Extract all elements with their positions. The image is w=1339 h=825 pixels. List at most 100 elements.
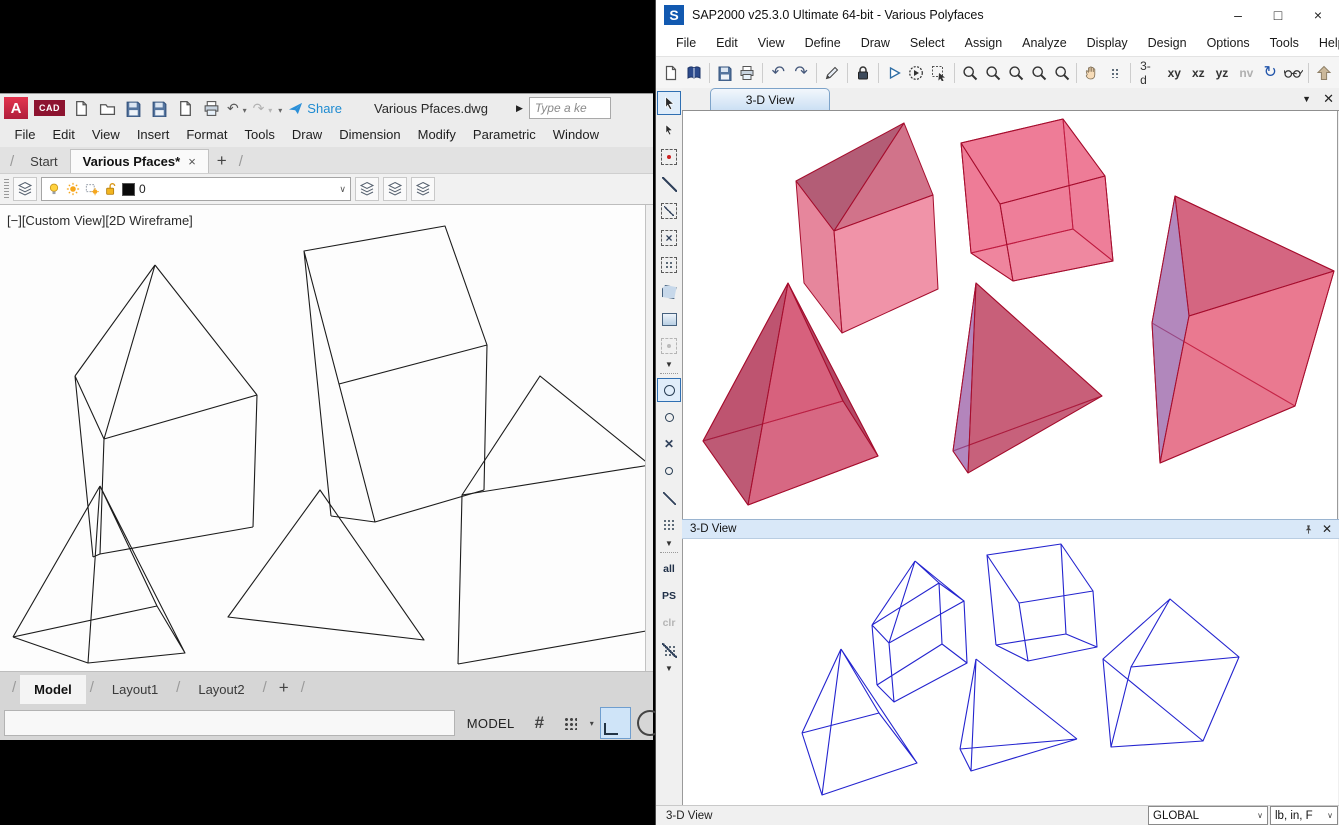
share-button[interactable]: Share: [288, 101, 342, 116]
3d-view-top[interactable]: [682, 111, 1338, 519]
layer-properties-icon[interactable]: [13, 177, 37, 201]
menu-file[interactable]: File: [666, 32, 706, 54]
layer-on-bulb-icon[interactable]: [46, 182, 61, 197]
menu-select[interactable]: Select: [900, 32, 955, 54]
title-expand-icon[interactable]: ▶: [516, 103, 523, 114]
draw-pen-icon[interactable]: [821, 60, 843, 86]
minimize-button[interactable]: –: [1231, 7, 1245, 23]
snap-mode-icon[interactable]: [558, 711, 584, 735]
lock-model-icon[interactable]: [852, 60, 874, 86]
view-xz-button[interactable]: xz: [1187, 60, 1210, 86]
close-tab-icon[interactable]: ×: [188, 154, 196, 169]
grid-display-icon[interactable]: #: [527, 711, 553, 735]
menu-define[interactable]: Define: [795, 32, 851, 54]
menu-analyze[interactable]: Analyze: [1012, 32, 1076, 54]
layer-previous-icon[interactable]: [383, 177, 407, 201]
print-icon[interactable]: [737, 60, 759, 86]
viewport-controls-label[interactable]: [−][Custom View][2D Wireframe]: [7, 213, 193, 228]
make-layer-current-icon[interactable]: [355, 177, 379, 201]
zoom-full-icon[interactable]: [982, 60, 1004, 86]
menu-window[interactable]: Window: [544, 124, 607, 145]
tab-3d-view[interactable]: 3-D View: [710, 88, 830, 110]
rotate-view-icon[interactable]: ↻: [1259, 60, 1281, 86]
layer-thaw-sun-icon[interactable]: [65, 182, 80, 197]
snap-to-joints-icon[interactable]: [657, 378, 681, 402]
menu-design[interactable]: Design: [1138, 32, 1197, 54]
draw-poly-area-icon[interactable]: [657, 280, 681, 304]
menu-parametric[interactable]: Parametric: [464, 124, 544, 145]
command-line-input[interactable]: [4, 710, 455, 736]
toolbar-grip[interactable]: [4, 179, 9, 199]
snap-to-grid-icon[interactable]: [657, 513, 681, 537]
units-dropdown[interactable]: lb, in, F ∨: [1270, 806, 1338, 825]
undo-button[interactable]: ↶ ▾: [227, 101, 247, 115]
zoom-out-icon[interactable]: [1051, 60, 1073, 86]
menu-options[interactable]: Options: [1197, 32, 1260, 54]
view-3d-button[interactable]: 3-d: [1135, 60, 1161, 86]
draw-joint-icon[interactable]: [657, 145, 681, 169]
tab-various-pfaces[interactable]: Various Pfaces* ×: [70, 149, 209, 173]
more-select-tools-icon[interactable]: ▼: [656, 664, 682, 673]
menu-view[interactable]: View: [83, 124, 128, 145]
close-view-icon[interactable]: ✕: [1323, 91, 1334, 107]
previous-selection-button[interactable]: PS: [657, 584, 681, 608]
run-analysis-icon[interactable]: [883, 60, 905, 86]
menu-dimension[interactable]: Dimension: [331, 124, 409, 145]
menu-tools[interactable]: Tools: [1260, 32, 1309, 54]
new-layout-button[interactable]: +: [271, 678, 297, 700]
run-options-icon[interactable]: [906, 60, 928, 86]
customize-qat-button[interactable]: ▾: [278, 101, 282, 115]
view-nv-button[interactable]: nv: [1234, 60, 1258, 86]
menu-insert[interactable]: Insert: [128, 124, 178, 145]
up-one-level-icon[interactable]: [1313, 60, 1335, 86]
dropdown-caret-icon[interactable]: ∨: [1257, 811, 1263, 820]
menu-tools[interactable]: Tools: [236, 124, 283, 145]
menu-view[interactable]: View: [748, 32, 795, 54]
redo-icon[interactable]: ↷: [790, 60, 812, 86]
perspective-glasses-icon[interactable]: [1282, 60, 1304, 86]
menu-edit[interactable]: Edit: [44, 124, 83, 145]
quick-draw-braces-icon[interactable]: ×: [657, 226, 681, 250]
quick-draw-frame-icon[interactable]: [657, 199, 681, 223]
zoom-window-icon[interactable]: [959, 60, 981, 86]
menu-draw[interactable]: Draw: [851, 32, 900, 54]
snap-to-intersections-icon[interactable]: ✕: [657, 432, 681, 456]
dropdown-caret-icon[interactable]: ∨: [1327, 811, 1333, 820]
view-yz-button[interactable]: yz: [1211, 60, 1234, 86]
deselect-tool-icon[interactable]: [657, 638, 681, 662]
more-draw-tools-icon[interactable]: ▼: [656, 360, 682, 369]
menu-assign[interactable]: Assign: [955, 32, 1013, 54]
quick-draw-secondary-beams-icon[interactable]: [657, 253, 681, 277]
rubber-band-zoom-icon[interactable]: [928, 60, 950, 86]
view-xy-button[interactable]: xy: [1163, 60, 1186, 86]
tab-list-dropdown-icon[interactable]: ▼: [1302, 94, 1311, 104]
menu-help[interactable]: Help: [1309, 32, 1339, 54]
autocad-drawing-canvas[interactable]: [−][Custom View][2D Wireframe]: [0, 205, 653, 672]
menu-modify[interactable]: Modify: [409, 124, 464, 145]
snap-to-perpendicular-icon[interactable]: [657, 459, 681, 483]
menu-edit[interactable]: Edit: [706, 32, 748, 54]
maximize-button[interactable]: □: [1271, 7, 1285, 23]
zoom-in-icon[interactable]: [1028, 60, 1050, 86]
open-model-icon[interactable]: [683, 60, 705, 86]
close-button[interactable]: ×: [1311, 7, 1325, 23]
clear-selection-button[interactable]: clr: [657, 611, 681, 635]
3d-view-bottom-header[interactable]: 3-D View ✕: [682, 519, 1339, 539]
pan-hand-icon[interactable]: [1081, 60, 1103, 86]
new-tab-button[interactable]: +: [209, 151, 235, 173]
export-icon[interactable]: [175, 98, 195, 118]
menu-draw[interactable]: Draw: [283, 124, 330, 145]
pin-panel-icon[interactable]: [1303, 524, 1314, 535]
layer-vp-freeze-icon[interactable]: [84, 182, 99, 197]
3d-view-bottom[interactable]: [682, 539, 1338, 808]
node-view-icon[interactable]: [1104, 60, 1126, 86]
draw-frame-icon[interactable]: [657, 172, 681, 196]
layer-color-swatch[interactable]: [122, 183, 135, 196]
menu-display[interactable]: Display: [1077, 32, 1138, 54]
undo-icon[interactable]: ↶: [767, 60, 789, 86]
draw-rect-area-icon[interactable]: [657, 307, 681, 331]
autocad-logo-icon[interactable]: A: [4, 97, 28, 119]
tab-model[interactable]: Model: [20, 675, 86, 704]
layer-states-icon[interactable]: [411, 177, 435, 201]
redo-button[interactable]: ↷ ▾: [253, 101, 273, 115]
